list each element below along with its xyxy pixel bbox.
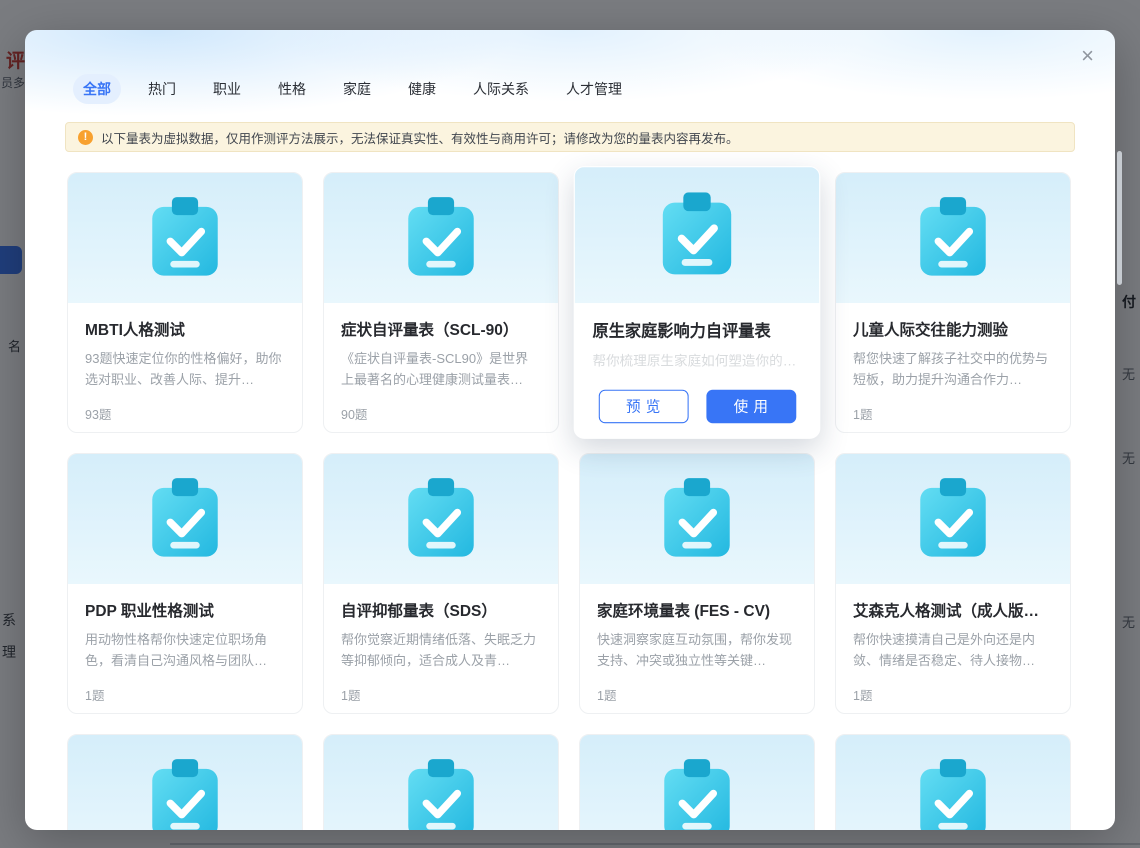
scale-card[interactable]: 自评抑郁量表（SDS） 帮你觉察近期情绪低落、失眠乏力等抑郁倾向，适合成人及青…… <box>323 453 559 714</box>
scale-card[interactable]: 原生家庭影响力自评量表 帮你梳理原生家庭如何塑造你的… 预览 使用 <box>574 166 821 439</box>
clipboard-check-icon <box>661 759 733 830</box>
card-description: 93题快速定位你的性格偏好，助你选对职业、改善人际、提升… <box>85 349 285 391</box>
card-title: 家庭环境量表 (FES - CV) <box>597 599 797 621</box>
screen: 评 员多 名 系 理 付 无 无 无 × 全部热门职业性格家庭健康人际关系人才管… <box>0 0 1140 848</box>
tab-label: 职业 <box>213 81 241 97</box>
category-tab-1[interactable]: 热门 <box>138 74 186 104</box>
card-description: 帮你觉察近期情绪低落、失眠乏力等抑郁倾向，适合成人及青… <box>341 630 541 672</box>
card-cover <box>324 735 558 830</box>
clipboard-check-icon <box>149 197 221 279</box>
card-body: 儿童人际交往能力测验 帮您快速了解孩子社交中的优势与短板，助力提升沟通合作力… … <box>836 303 1070 423</box>
card-cover <box>836 735 1070 830</box>
notice-text: 以下量表为虚拟数据，仅用作测评方法展示，无法保证真实性、有效性与商用许可；请修改… <box>101 128 739 147</box>
clipboard-check-icon <box>661 478 733 560</box>
notice-banner: ! 以下量表为虚拟数据，仅用作测评方法展示，无法保证真实性、有效性与商用许可；请… <box>65 122 1075 152</box>
scale-library-modal: × 全部 热门 职业 性格 家庭 健康 人际关系 人才管理 ! 以下量表为虚拟数据，仅用作测评… <box>25 30 1115 830</box>
card-description: 用动物性格帮你快速定位职场角色，看清自己沟通风格与团队… <box>85 630 285 672</box>
category-tab-4[interactable]: 家庭 <box>333 74 381 104</box>
scale-card[interactable]: 家庭环境量表 (FES - CV) 快速洞察家庭互动氛围，帮你发现支持、冲突或独… <box>579 453 815 714</box>
clipboard-check-icon <box>917 759 989 830</box>
card-body: MBTI人格测试 93题快速定位你的性格偏好，助你选对职业、改善人际、提升… 9… <box>68 303 302 423</box>
card-title: MBTI人格测试 <box>85 318 285 340</box>
scale-card[interactable]: 儿童人际交往能力测验 帮您快速了解孩子社交中的优势与短板，助力提升沟通合作力… … <box>835 172 1071 433</box>
card-cover <box>324 173 558 303</box>
category-tab-7[interactable]: 人才管理 <box>556 74 632 104</box>
card-question-count: 93题 <box>85 404 285 423</box>
card-title: 儿童人际交往能力测验 <box>853 318 1053 340</box>
use-button[interactable]: 使用 <box>706 390 796 423</box>
scale-card[interactable]: 艾森克人格测试（成人版）E… 帮你快速摸清自己是外向还是内敛、情绪是否稳定、待人… <box>835 453 1071 714</box>
card-cover <box>836 454 1070 584</box>
scale-card[interactable] <box>835 734 1071 830</box>
clipboard-check-icon <box>149 759 221 830</box>
card-cover <box>580 454 814 584</box>
scale-card[interactable]: 症状自评量表（SCL-90） 《症状自评量表-SCL90》是世界上最著名的心理健… <box>323 172 559 433</box>
card-title: 艾森克人格测试（成人版）E… <box>853 599 1053 621</box>
card-body: 自评抑郁量表（SDS） 帮你觉察近期情绪低落、失眠乏力等抑郁倾向，适合成人及青…… <box>324 584 558 704</box>
card-question-count: 1题 <box>341 685 541 704</box>
clipboard-check-icon <box>405 197 477 279</box>
card-body: 家庭环境量表 (FES - CV) 快速洞察家庭互动氛围，帮你发现支持、冲突或独… <box>580 584 814 704</box>
preview-button[interactable]: 预览 <box>598 390 688 423</box>
tab-label: 人际关系 <box>473 81 529 97</box>
clipboard-check-icon <box>405 759 477 830</box>
card-cover <box>836 173 1070 303</box>
card-description: 帮你梳理原生家庭如何塑造你的… <box>593 351 802 373</box>
card-cover <box>68 173 302 303</box>
category-tab-2[interactable]: 职业 <box>203 74 251 104</box>
card-body: 艾森克人格测试（成人版）E… 帮你快速摸清自己是外向还是内敛、情绪是否稳定、待人… <box>836 584 1070 704</box>
card-grid: MBTI人格测试 93题快速定位你的性格偏好，助你选对职业、改善人际、提升… 9… <box>67 172 1073 830</box>
modal-scrollbar-thumb[interactable] <box>1117 151 1122 285</box>
scale-card[interactable]: MBTI人格测试 93题快速定位你的性格偏好，助你选对职业、改善人际、提升… 9… <box>67 172 303 433</box>
clipboard-check-icon <box>405 478 477 560</box>
tab-label: 人才管理 <box>566 81 622 97</box>
card-body: 原生家庭影响力自评量表 帮你梳理原生家庭如何塑造你的… <box>575 303 820 373</box>
tab-label: 性格 <box>278 81 306 97</box>
scale-card[interactable] <box>323 734 559 830</box>
card-description: 快速洞察家庭互动氛围，帮你发现支持、冲突或独立性等关键… <box>597 630 797 672</box>
card-title: 症状自评量表（SCL-90） <box>341 318 541 340</box>
card-question-count: 90题 <box>341 404 541 423</box>
category-tab-bar: 全部 热门 职业 性格 家庭 健康 人际关系 人才管理 <box>73 74 632 104</box>
card-actions: 预览 使用 <box>575 379 820 423</box>
card-title: 原生家庭影响力自评量表 <box>593 319 802 342</box>
card-body: 症状自评量表（SCL-90） 《症状自评量表-SCL90》是世界上最著名的心理健… <box>324 303 558 423</box>
card-question-count: 1题 <box>85 685 285 704</box>
card-question-count: 1题 <box>853 404 1053 423</box>
clipboard-check-icon <box>149 478 221 560</box>
card-cover <box>580 735 814 830</box>
card-question-count: 1题 <box>597 685 797 704</box>
clipboard-check-icon <box>917 197 989 279</box>
card-title: 自评抑郁量表（SDS） <box>341 599 541 621</box>
card-description: 帮您快速了解孩子社交中的优势与短板，助力提升沟通合作力… <box>853 349 1053 391</box>
warning-icon: ! <box>78 130 93 145</box>
card-cover <box>575 167 820 303</box>
close-icon[interactable]: × <box>1073 37 1102 75</box>
scale-card[interactable] <box>579 734 815 830</box>
category-tab-3[interactable]: 性格 <box>268 74 316 104</box>
tab-label: 健康 <box>408 81 436 97</box>
card-question-count: 1题 <box>853 685 1053 704</box>
tab-label: 家庭 <box>343 81 371 97</box>
tab-label: 全部 <box>83 81 111 97</box>
category-tab-6[interactable]: 人际关系 <box>463 74 539 104</box>
card-title: PDP 职业性格测试 <box>85 599 285 621</box>
clipboard-check-icon <box>917 478 989 560</box>
scale-card[interactable]: PDP 职业性格测试 用动物性格帮你快速定位职场角色，看清自己沟通风格与团队… … <box>67 453 303 714</box>
tab-label: 热门 <box>148 81 176 97</box>
card-body: PDP 职业性格测试 用动物性格帮你快速定位职场角色，看清自己沟通风格与团队… … <box>68 584 302 704</box>
card-cover <box>324 454 558 584</box>
clipboard-check-icon <box>659 192 734 278</box>
card-cover <box>68 454 302 584</box>
card-description: 帮你快速摸清自己是外向还是内敛、情绪是否稳定、待人接物… <box>853 630 1053 672</box>
scale-card[interactable] <box>67 734 303 830</box>
category-tab-5[interactable]: 健康 <box>398 74 446 104</box>
card-description: 《症状自评量表-SCL90》是世界上最著名的心理健康测试量表… <box>341 349 541 391</box>
category-tab-0[interactable]: 全部 <box>73 74 121 104</box>
card-cover <box>68 735 302 830</box>
